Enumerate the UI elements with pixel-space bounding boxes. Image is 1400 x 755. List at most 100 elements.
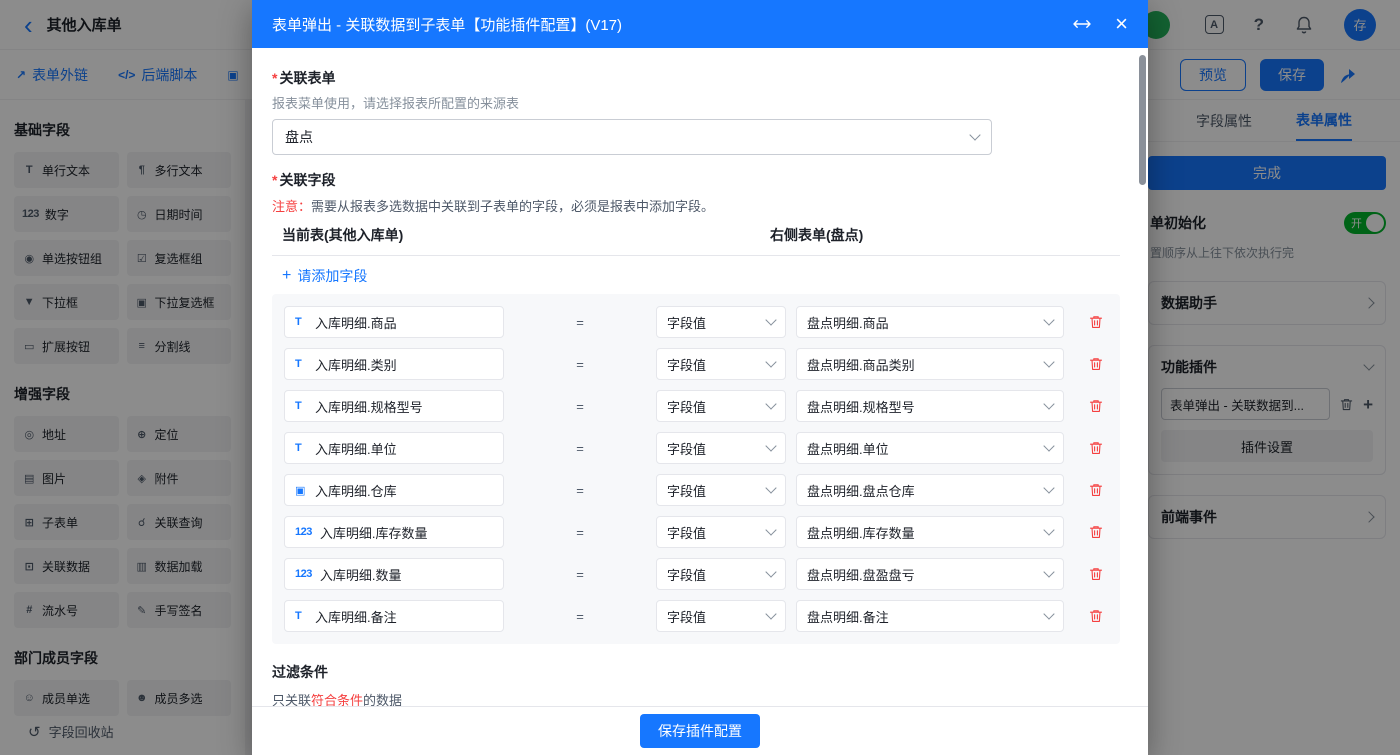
field-mapping-row: ▣ 入库明细.仓库 = 字段值 盘点明细.盘点仓库 xyxy=(284,474,1108,506)
field-mapping-row: 123 入库明细.库存数量 = 字段值 盘点明细.库存数量 xyxy=(284,516,1108,548)
target-field-select[interactable]: 盘点明细.单位 xyxy=(796,432,1064,464)
current-field-text: 入库明细.仓库 xyxy=(315,481,397,500)
equals-sign: = xyxy=(504,525,656,540)
target-field-text: 盘点明细.商品 xyxy=(807,313,889,332)
required-mark: * xyxy=(272,70,277,86)
field-type-icon: ▣ xyxy=(295,484,307,497)
field-type-icon: T xyxy=(295,442,307,454)
current-field-input[interactable]: T 入库明细.单位 xyxy=(284,432,504,464)
value-type-select[interactable]: 字段值 xyxy=(656,390,786,422)
field-mapping-row: T 入库明细.单位 = 字段值 盘点明细.单位 xyxy=(284,432,1108,464)
value-type-text: 字段值 xyxy=(667,355,706,374)
delete-row-icon[interactable] xyxy=(1088,566,1104,582)
related-fields-note: 注意：需要从报表多选数据中关联到子表单的字段，必须是报表中添加字段。 xyxy=(272,196,1120,215)
value-type-select[interactable]: 字段值 xyxy=(656,600,786,632)
field-type-icon: T xyxy=(295,400,307,412)
note-prefix: 注意： xyxy=(272,199,311,214)
chevron-down-icon xyxy=(1043,524,1054,535)
target-field-select[interactable]: 盘点明细.盘盈盘亏 xyxy=(796,558,1064,590)
target-field-select[interactable]: 盘点明细.规格型号 xyxy=(796,390,1064,422)
current-field-text: 入库明细.规格型号 xyxy=(315,397,423,416)
current-field-input[interactable]: T 入库明细.备注 xyxy=(284,600,504,632)
value-type-select[interactable]: 字段值 xyxy=(656,306,786,338)
current-field-text: 入库明细.商品 xyxy=(315,313,397,332)
related-fields-label-text: 关联字段 xyxy=(279,172,335,188)
field-type-icon: 123 xyxy=(295,568,312,580)
delete-row-icon[interactable] xyxy=(1088,608,1104,624)
target-field-text: 盘点明细.单位 xyxy=(807,439,889,458)
chevron-down-icon xyxy=(1043,482,1054,493)
related-form-select[interactable]: 盘点 xyxy=(272,119,992,155)
plugin-config-modal: 表单弹出 - 关联数据到子表单【功能插件配置】(V17) × *关联表单 报表菜… xyxy=(252,0,1148,755)
target-field-text: 盘点明细.库存数量 xyxy=(807,523,915,542)
current-field-text: 入库明细.库存数量 xyxy=(320,523,428,542)
value-type-select[interactable]: 字段值 xyxy=(656,432,786,464)
value-type-select[interactable]: 字段值 xyxy=(656,516,786,548)
target-field-text: 盘点明细.盘点仓库 xyxy=(807,481,915,500)
value-type-select[interactable]: 字段值 xyxy=(656,558,786,590)
modal-title: 表单弹出 - 关联数据到子表单【功能插件配置】(V17) xyxy=(272,14,1073,35)
equals-sign: = xyxy=(504,609,656,624)
target-field-text: 盘点明细.备注 xyxy=(807,607,889,626)
chevron-down-icon xyxy=(1043,566,1054,577)
chevron-down-icon xyxy=(765,314,776,325)
required-mark: * xyxy=(272,172,277,188)
field-type-icon: T xyxy=(295,358,307,370)
current-field-input[interactable]: 123 入库明细.数量 xyxy=(284,558,504,590)
current-field-input[interactable]: ▣ 入库明细.仓库 xyxy=(284,474,504,506)
target-field-select[interactable]: 盘点明细.库存数量 xyxy=(796,516,1064,548)
add-field-link[interactable]: + 请添加字段 xyxy=(282,266,367,286)
field-type-icon: T xyxy=(295,610,307,622)
value-type-select[interactable]: 字段值 xyxy=(656,348,786,380)
target-field-select[interactable]: 盘点明细.盘点仓库 xyxy=(796,474,1064,506)
close-icon[interactable]: × xyxy=(1115,13,1128,35)
current-field-input[interactable]: T 入库明细.商品 xyxy=(284,306,504,338)
equals-sign: = xyxy=(504,483,656,498)
related-fields-label: *关联字段 xyxy=(272,170,1120,190)
field-mapping-row: T 入库明细.类别 = 字段值 盘点明细.商品类别 xyxy=(284,348,1108,380)
field-type-icon: 123 xyxy=(295,526,312,538)
delete-row-icon[interactable] xyxy=(1088,440,1104,456)
modal-header-actions: × xyxy=(1073,13,1128,35)
target-field-text: 盘点明细.规格型号 xyxy=(807,397,915,416)
equals-sign: = xyxy=(504,441,656,456)
delete-row-icon[interactable] xyxy=(1088,524,1104,540)
delete-row-icon[interactable] xyxy=(1088,482,1104,498)
chevron-down-icon xyxy=(1043,356,1054,367)
related-form-label-text: 关联表单 xyxy=(279,70,335,86)
save-plugin-config-button[interactable]: 保存插件配置 xyxy=(640,714,760,748)
field-mapping-row: T 入库明细.备注 = 字段值 盘点明细.备注 xyxy=(284,600,1108,632)
target-field-select[interactable]: 盘点明细.商品类别 xyxy=(796,348,1064,380)
delete-row-icon[interactable] xyxy=(1088,356,1104,372)
field-mapping-list: T 入库明细.商品 = 字段值 盘点明细.商品 xyxy=(272,294,1120,644)
related-form-label: *关联表单 xyxy=(272,68,1120,88)
equals-sign: = xyxy=(504,399,656,414)
add-field-label: 请添加字段 xyxy=(297,266,367,286)
chevron-down-icon xyxy=(1043,398,1054,409)
delete-row-icon[interactable] xyxy=(1088,314,1104,330)
current-field-input[interactable]: T 入库明细.规格型号 xyxy=(284,390,504,422)
filter-condition-title: 过滤条件 xyxy=(272,662,1120,682)
value-type-text: 字段值 xyxy=(667,481,706,500)
target-field-select[interactable]: 盘点明细.商品 xyxy=(796,306,1064,338)
current-field-text: 入库明细.备注 xyxy=(315,607,397,626)
current-field-text: 入库明细.单位 xyxy=(315,439,397,458)
current-field-input[interactable]: 123 入库明细.库存数量 xyxy=(284,516,504,548)
delete-row-icon[interactable] xyxy=(1088,398,1104,414)
chevron-down-icon xyxy=(969,129,980,140)
filter-text-highlight[interactable]: 符合条件 xyxy=(311,693,363,706)
field-mapping-row: T 入库明细.商品 = 字段值 盘点明细.商品 xyxy=(284,306,1108,338)
target-field-select[interactable]: 盘点明细.备注 xyxy=(796,600,1064,632)
modal-scrollbar[interactable] xyxy=(1139,55,1146,185)
chevron-down-icon xyxy=(765,356,776,367)
expand-icon[interactable] xyxy=(1073,18,1091,30)
current-field-input[interactable]: T 入库明细.类别 xyxy=(284,348,504,380)
value-type-text: 字段值 xyxy=(667,523,706,542)
mapping-columns-header: 当前表(其他入库单) 右侧表单(盘点) xyxy=(272,225,1120,256)
value-type-text: 字段值 xyxy=(667,565,706,584)
filter-condition-text: 只关联符合条件的数据 xyxy=(272,690,1120,706)
current-field-text: 入库明细.类别 xyxy=(315,355,397,374)
chevron-down-icon xyxy=(765,566,776,577)
value-type-text: 字段值 xyxy=(667,313,706,332)
value-type-select[interactable]: 字段值 xyxy=(656,474,786,506)
